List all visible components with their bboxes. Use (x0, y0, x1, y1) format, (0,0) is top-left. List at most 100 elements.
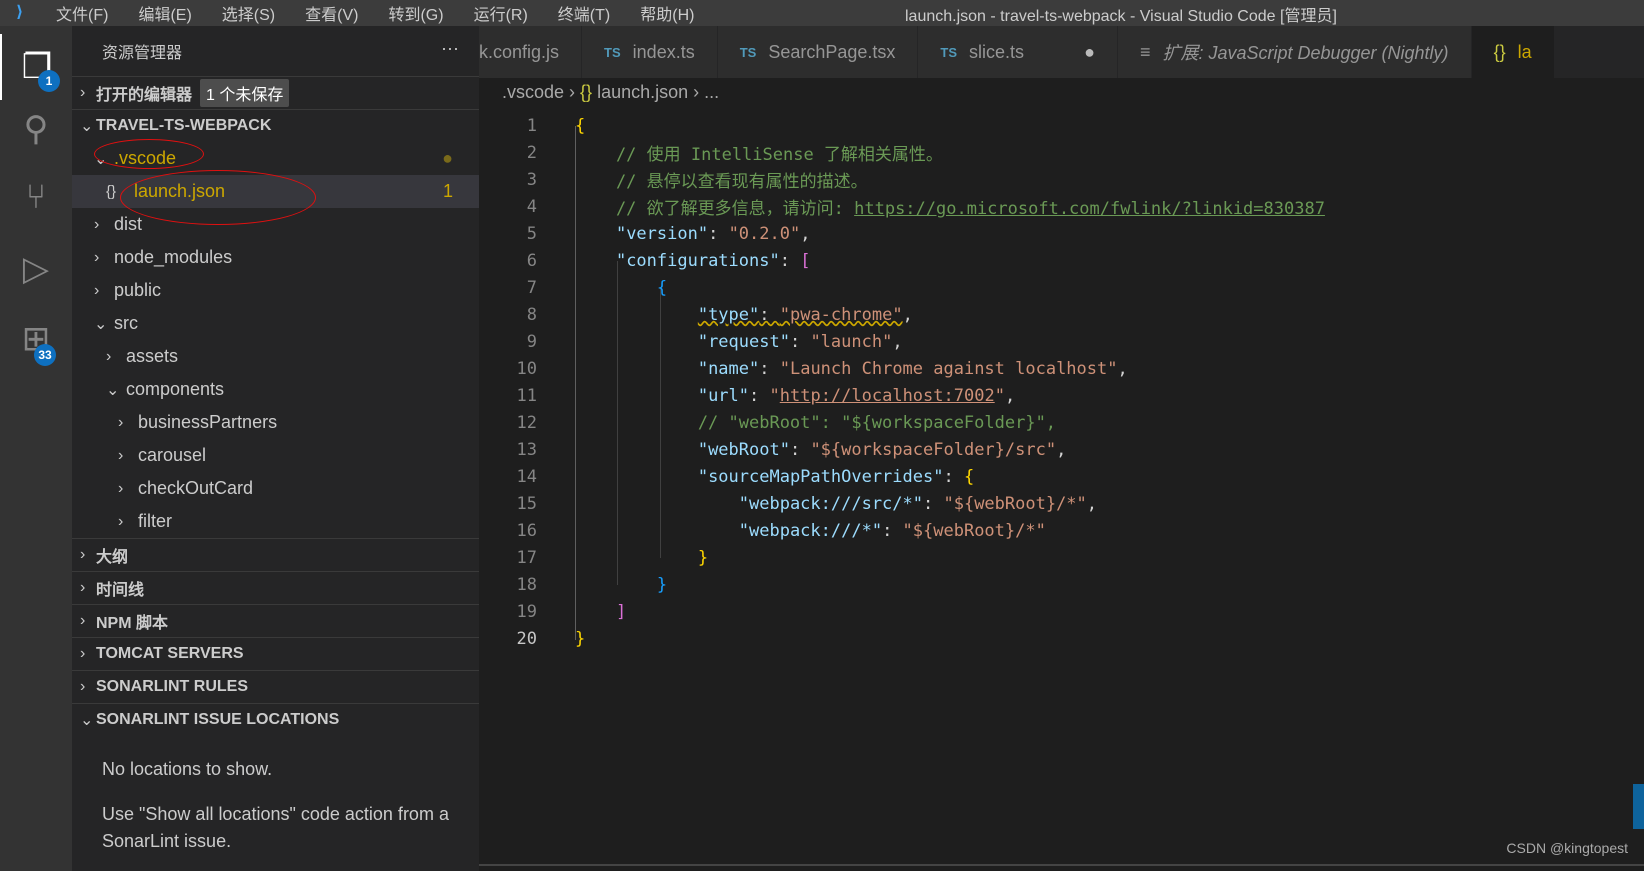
section-label: SONARLINT ISSUE LOCATIONS (96, 711, 340, 728)
line-number: 18 (516, 574, 537, 595)
line-number: 3 (526, 169, 537, 190)
modified-dot-icon: ● (442, 148, 453, 168)
window-title: launch.json - travel-ts-webpack - Visual… (905, 8, 1337, 25)
section-header[interactable]: › SONARLINT RULES (72, 670, 479, 703)
line-number: 4 (526, 196, 537, 217)
tree-item-label: public (114, 280, 162, 300)
run-debug-icon[interactable]: ▷ (0, 236, 72, 302)
menu-selection[interactable]: 选择(S) (222, 7, 275, 24)
tree-item[interactable]: › checkOutCard (72, 472, 479, 505)
line-number: 1 (526, 115, 537, 136)
extensions-badge: 33 (34, 344, 56, 366)
code-line: // 使用 IntelliSense 了解相关属性。 (575, 145, 943, 165)
menu-run[interactable]: 运行(R) (474, 7, 528, 24)
explorer-sidebar: 资源管理器 ··· › 打开的编辑器 1 个未保存 ⌄ TRAVEL-TS-WEBPAC… (72, 26, 479, 871)
project-section[interactable]: ⌄ TRAVEL-TS-WEBPACK (72, 109, 479, 142)
chevron-right-icon: › (80, 612, 86, 629)
doc-link[interactable]: https://go.microsoft.com/fwlink/?linkid=… (854, 199, 1325, 219)
tree-item[interactable]: › carousel (72, 439, 479, 472)
chevron-right-icon: › (118, 512, 124, 530)
code-line: // "webRoot": "${workspaceFolder}", (575, 412, 1057, 433)
tree-item[interactable]: › assets (72, 340, 479, 373)
line-number: 12 (516, 412, 537, 433)
code-line: { (575, 115, 586, 136)
section-header[interactable]: › TOMCAT SERVERS (72, 637, 479, 670)
editor-tabs: k.config.js TS index.ts TS SearchPage.tsx TS s… (479, 26, 1644, 78)
tree-item[interactable]: › node_modules (72, 241, 479, 274)
section-label: 时间线 (96, 582, 145, 599)
tree-item[interactable]: ⌄ src (72, 307, 479, 340)
scrollbar-marker[interactable] (1633, 784, 1644, 829)
line-number: 14 (516, 466, 537, 487)
tab[interactable]: k.config.js (479, 26, 583, 78)
section-header[interactable]: › 大纲 (72, 538, 479, 571)
search-icon[interactable]: ⚲ (0, 96, 72, 162)
menu-help[interactable]: 帮助(H) (640, 7, 694, 24)
section-label: SONARLINT RULES (96, 678, 248, 695)
chevron-down-icon: ⌄ (80, 712, 94, 729)
source-control-icon[interactable]: ⑂ (0, 164, 72, 230)
more-actions-icon[interactable]: ··· (441, 38, 459, 59)
problem-count: 1 (442, 181, 453, 201)
chevron-right-icon: › (118, 413, 124, 431)
typescript-icon: TS (739, 44, 757, 60)
code-line: "url": "http://localhost:7002", (697, 385, 1016, 406)
tab-label: index.ts (632, 41, 695, 62)
open-editors-section[interactable]: › 打开的编辑器 1 个未保存 (72, 76, 479, 109)
annotation-ellipse (94, 139, 204, 169)
line-number: 9 (526, 331, 537, 352)
line-number: 6 (526, 250, 537, 271)
menu-view[interactable]: 查看(V) (305, 7, 358, 24)
chevron-right-icon: › (80, 579, 86, 596)
section-header[interactable]: › 时间线 (72, 571, 479, 604)
breadcrumb-file[interactable]: launch.json (597, 82, 688, 102)
line-number: 8 (526, 304, 537, 325)
sidebar-title: 资源管理器 (102, 45, 183, 62)
explorer-badge: 1 (38, 70, 60, 92)
menu-file[interactable]: 文件(F) (56, 7, 108, 24)
tree-item[interactable]: › filter (72, 505, 479, 538)
section-label: 打开的编辑器 (96, 87, 193, 104)
preview-icon: ≡ (1139, 41, 1151, 62)
line-number: 16 (516, 520, 537, 541)
tab-label: 扩展: JavaScript Debugger (Nightly) (1162, 43, 1449, 63)
chevron-right-icon: › (80, 678, 86, 695)
menu-edit[interactable]: 编辑(E) (138, 7, 191, 24)
tab[interactable]: ≡ 扩展: JavaScript Debugger (Nightly) (1117, 26, 1472, 78)
code-editor[interactable]: 1 { 2 // 使用 IntelliSense 了解相关属性。 3 // 悬停以… (479, 112, 1644, 652)
chevron-right-icon: › (94, 281, 100, 299)
breadcrumb-folder[interactable]: .vscode (502, 82, 564, 102)
line-number: 11 (516, 385, 537, 406)
extensions-icon[interactable]: ⊞ 33 (0, 306, 72, 372)
tree-item[interactable]: › businessPartners (72, 406, 479, 439)
tab-label: slice.ts (969, 41, 1025, 62)
tab[interactable]: TS index.ts (582, 26, 718, 78)
tree-item-label: businessPartners (138, 412, 278, 432)
tree-item-label: components (126, 379, 225, 399)
unsaved-badge: 1 个未保存 (200, 79, 290, 107)
tree-item[interactable]: › public (72, 274, 479, 307)
chevron-right-icon: › (80, 84, 86, 101)
section-header[interactable]: › NPM 脚本 (72, 604, 479, 637)
menu-terminal[interactable]: 终端(T) (558, 7, 610, 24)
chevron-right-icon: › (106, 347, 112, 365)
tab[interactable]: TS SearchPage.tsx (717, 26, 919, 78)
line-number: 15 (516, 493, 537, 514)
sonarlint-hint: Use "Show all locations" code action fro… (102, 804, 449, 851)
tree-item[interactable]: ⌄ components (72, 373, 479, 406)
title-bar: ⟩ 文件(F) 编辑(E) 选择(S) 查看(V) 转到(G) 运行(R) 终端(T) 帮助(… (0, 0, 1644, 26)
chevron-right-icon: › (118, 446, 124, 464)
breadcrumb-more[interactable]: ... (704, 82, 719, 102)
code-line: ] (615, 601, 627, 622)
unsaved-dot-icon[interactable]: ● (1084, 42, 1095, 63)
explorer-icon[interactable]: ❐ 1 (0, 34, 72, 100)
tab[interactable]: {} la (1471, 26, 1555, 78)
chevron-down-icon: ⌄ (94, 315, 108, 333)
tab-label: k.config.js (479, 41, 560, 62)
line-number: 17 (516, 547, 537, 568)
menu-go[interactable]: 转到(G) (388, 7, 443, 24)
tab[interactable]: TS slice.ts ● (918, 26, 1118, 78)
section-label: TRAVEL-TS-WEBPACK (96, 117, 272, 134)
chevron-down-icon: ⌄ (106, 381, 120, 399)
section-header[interactable]: ⌄ SONARLINT ISSUE LOCATIONS (72, 703, 479, 736)
